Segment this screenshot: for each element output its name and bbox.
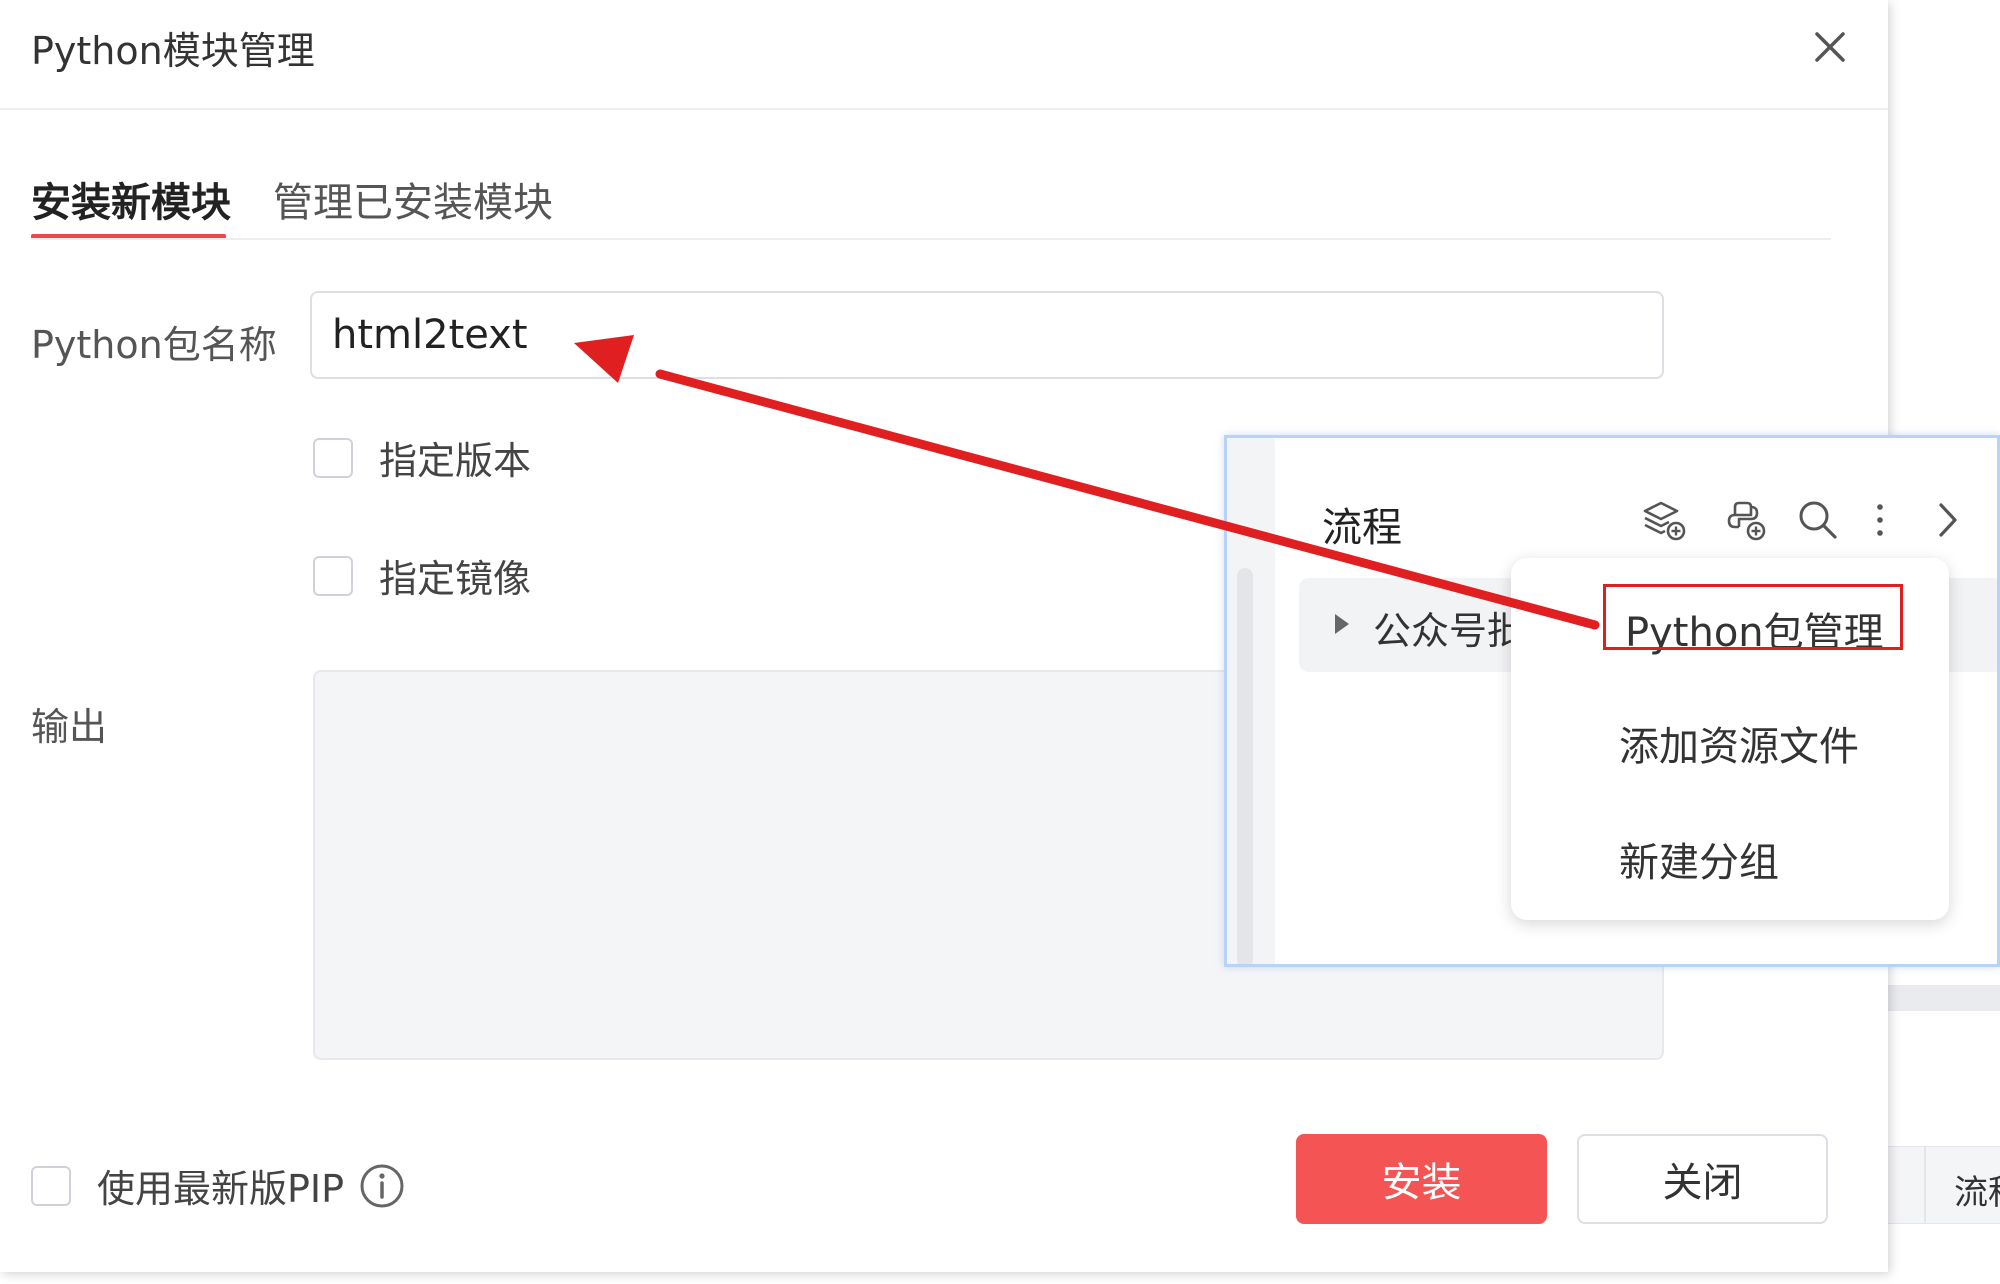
dialog-title: Python模块管理 xyxy=(31,29,315,73)
tab-manage-installed-modules[interactable]: 管理已安装模块 xyxy=(273,170,553,228)
output-label: 输出 xyxy=(31,705,108,749)
menu-item-python-package-manage[interactable]: Python包管理 xyxy=(1625,600,1884,658)
use-latest-pip-label: 使用最新版PIP xyxy=(97,1167,345,1211)
background-header-label: 流程 xyxy=(1954,1173,2000,1213)
specify-mirror-option[interactable]: 指定镜像 xyxy=(313,548,531,603)
expand-arrow-icon[interactable] xyxy=(1335,614,1349,634)
flow-tree-row-label: 公众号批 xyxy=(1373,609,1526,653)
specify-mirror-label: 指定镜像 xyxy=(379,557,532,601)
context-menu: Python包管理 添加资源文件 新建分组 xyxy=(1511,558,1949,920)
specify-version-option[interactable]: 指定版本 xyxy=(313,430,531,485)
use-latest-pip-option[interactable]: 使用最新版PIP xyxy=(31,1158,406,1213)
install-button[interactable]: 安装 xyxy=(1296,1134,1547,1224)
screenshot-stage: 流程 Python模块管理 安装新模块 管理已安装模块 Python包名称 指定… xyxy=(0,0,2000,1284)
specify-version-checkbox[interactable] xyxy=(313,437,353,478)
use-latest-pip-checkbox[interactable] xyxy=(31,1165,71,1206)
menu-item-add-resource-file[interactable]: 添加资源文件 xyxy=(1619,714,1859,772)
flow-panel-scrollbar[interactable] xyxy=(1237,568,1253,964)
tab-install-new-module[interactable]: 安装新模块 xyxy=(31,170,231,228)
package-name-input[interactable] xyxy=(310,291,1664,379)
chevron-right-icon[interactable] xyxy=(1925,497,1971,543)
close-button[interactable]: 关闭 xyxy=(1577,1134,1828,1224)
background-table-header: 流程 xyxy=(1888,1146,2000,1224)
background-bottom-strip xyxy=(0,1272,1888,1284)
menu-item-new-group[interactable]: 新建分组 xyxy=(1619,830,1779,888)
add-layer-icon[interactable] xyxy=(1641,497,1687,543)
background-divider xyxy=(1888,985,2000,1011)
tabs-divider xyxy=(31,238,1831,240)
search-icon[interactable] xyxy=(1795,497,1841,543)
more-vertical-icon[interactable] xyxy=(1857,497,1903,543)
info-icon[interactable] xyxy=(358,1162,406,1210)
add-python-icon[interactable] xyxy=(1721,497,1767,543)
background-header-separator xyxy=(1924,1147,1926,1223)
close-icon[interactable] xyxy=(1805,22,1855,72)
specify-version-label: 指定版本 xyxy=(379,439,532,483)
package-name-label: Python包名称 xyxy=(31,323,277,367)
flow-panel-title: 流程 xyxy=(1322,505,1402,551)
specify-mirror-checkbox[interactable] xyxy=(313,555,353,596)
title-divider xyxy=(0,108,1888,110)
